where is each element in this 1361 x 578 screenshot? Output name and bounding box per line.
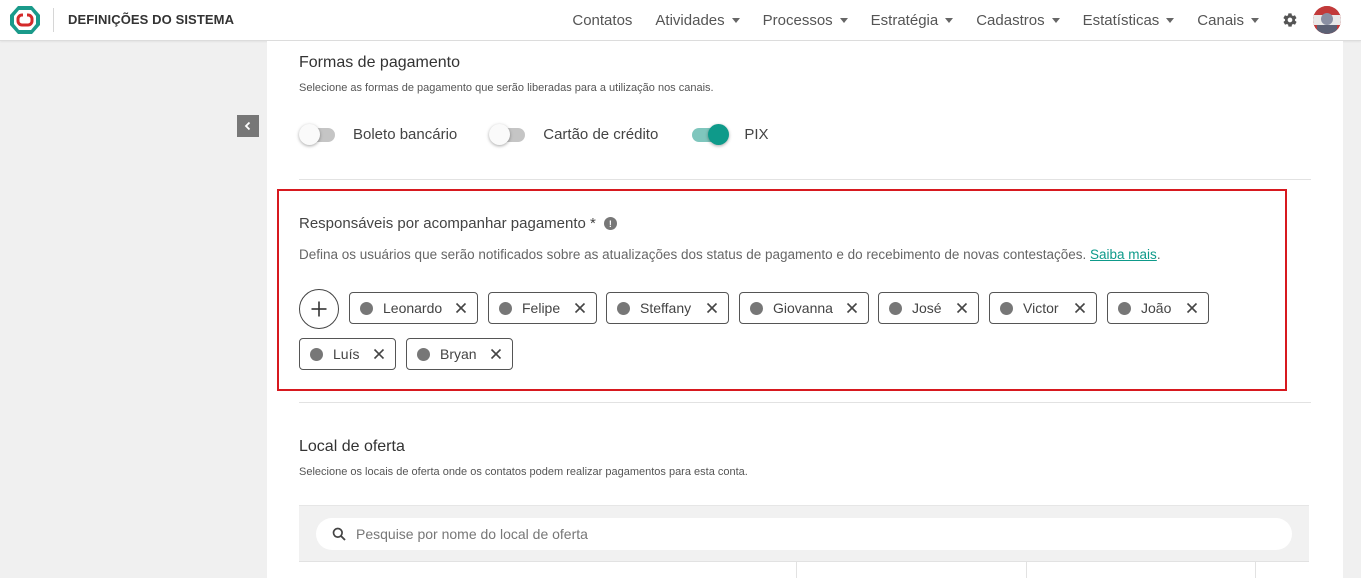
user-avatar-dot [617,301,630,315]
header-divider [53,8,54,32]
nav-canais[interactable]: Canais [1197,12,1259,29]
user-avatar-dot [750,301,763,315]
section-divider [299,402,1311,403]
nav-contatos[interactable]: Contatos [572,12,632,29]
toggle-cartao[interactable]: Cartão de crédito [489,124,659,145]
user-chip: Leonardo [349,292,478,324]
chevron-down-icon [731,18,740,23]
user-chip-name: Felipe [522,300,561,316]
user-avatar-dot [499,301,512,315]
responsibles-title: Responsáveis por acompanhar pagamento * … [299,215,617,232]
search-icon [332,527,346,541]
nav-processos[interactable]: Processos [763,12,848,29]
user-avatar-dot [1000,301,1013,315]
app-title: DEFINIÇÕES DO SISTEMA [68,12,235,27]
nav-label: Contatos [572,11,633,29]
nav-label: Estratégia [870,11,939,29]
user-avatar-dot [417,347,430,361]
user-avatar-dot [360,301,373,315]
close-icon[interactable] [846,302,858,314]
user-chip: Luís [299,338,396,370]
toggle-label: PIX [744,125,769,143]
toggle-boleto[interactable]: Boleto bancário [299,124,458,145]
nav-label: Processos [762,11,833,29]
chevron-down-icon [1051,18,1060,23]
nav-label: Canais [1197,11,1244,29]
nav-label: Estatísticas [1082,11,1160,29]
boleto-switch[interactable] [299,124,337,145]
payment-toggles: Boleto bancário Cartão de crédito PIX [299,124,801,145]
learn-more-link[interactable]: Saiba mais [1090,247,1157,262]
user-avatar-dot [889,301,902,315]
user-chip: João [1107,292,1209,324]
nav-estatisticas[interactable]: Estatísticas [1083,12,1175,29]
nav-atividades[interactable]: Atividades [655,11,740,29]
user-chip-name: Luís [333,346,360,362]
close-icon[interactable] [706,302,718,314]
toggle-label: Cartão de crédito [543,125,659,143]
chevron-down-icon [839,18,848,23]
close-icon[interactable] [1186,302,1198,314]
user-chip: Felipe [488,292,597,324]
column-divider [1255,562,1256,578]
responsibles-description: Defina os usuários que serão notificados… [299,247,1161,262]
chevron-down-icon [1166,18,1175,23]
nav-estrategia[interactable]: Estratégia [871,12,954,29]
chevron-down-icon [945,18,954,23]
offer-location-title: Local de oferta [299,438,405,455]
offer-location-table [299,505,1309,578]
user-chip: José [878,292,979,324]
main-nav: Contatos Atividades Processos Estratégia… [572,0,1361,40]
toggle-label: Boleto bancário [353,125,458,143]
close-icon[interactable] [574,302,586,314]
responsibles-title-text: Responsáveis por acompanhar pagamento * [299,215,596,232]
payment-methods-description: Selecione as formas de pagamento que ser… [299,82,714,94]
user-chip-name: João [1141,300,1172,316]
cartao-switch[interactable] [489,124,527,145]
column-divider [796,562,797,578]
user-chip-name: Bryan [440,346,477,362]
user-avatar-dot [1118,301,1131,315]
app-logo-icon[interactable] [9,5,41,35]
section-divider [299,179,1311,180]
user-chip-name: Leonardo [383,300,443,316]
responsibles-description-text: Defina os usuários que serão notificados… [299,247,1087,262]
chevron-left-icon [244,121,251,131]
user-avatar-dot [310,347,323,361]
user-chip: Victor [989,292,1097,324]
info-icon[interactable]: ! [603,217,617,230]
user-chip: Bryan [406,338,513,370]
user-chip-name: Steffany [640,300,692,316]
column-divider [1026,562,1027,578]
gear-icon[interactable] [1281,11,1299,29]
close-icon[interactable] [956,302,968,314]
chevron-down-icon [1251,18,1259,23]
close-icon[interactable] [455,302,467,314]
toggle-pix[interactable]: PIX [690,124,769,145]
close-icon[interactable] [1074,302,1086,314]
nav-label: Cadastros [976,11,1045,29]
add-user-button[interactable] [299,289,339,329]
payment-methods-title: Formas de pagamento [299,54,460,71]
settings-panel: Formas de pagamento Selecione as formas … [267,41,1343,578]
user-chip-name: José [912,300,942,316]
offer-location-description: Selecione os locais de oferta onde os co… [299,466,748,478]
table-header [299,561,1309,578]
user-chip: Giovanna [739,292,869,324]
user-chip: Steffany [606,292,729,324]
close-icon[interactable] [490,348,502,360]
top-bar: DEFINIÇÕES DO SISTEMA Contatos Atividade… [0,0,1361,41]
description-trailing: . [1156,247,1161,262]
plus-icon [311,301,327,317]
nav-label: Atividades [655,11,725,29]
close-icon[interactable] [373,348,385,360]
pix-switch[interactable] [690,124,730,145]
offer-location-search[interactable] [316,518,1292,550]
collapse-sidebar-button[interactable] [237,115,259,137]
nav-cadastros[interactable]: Cadastros [976,11,1060,29]
user-chip-name: Giovanna [773,300,833,316]
search-input[interactable] [356,526,1256,542]
user-avatar[interactable] [1313,6,1341,34]
user-chip-name: Victor [1023,300,1059,316]
